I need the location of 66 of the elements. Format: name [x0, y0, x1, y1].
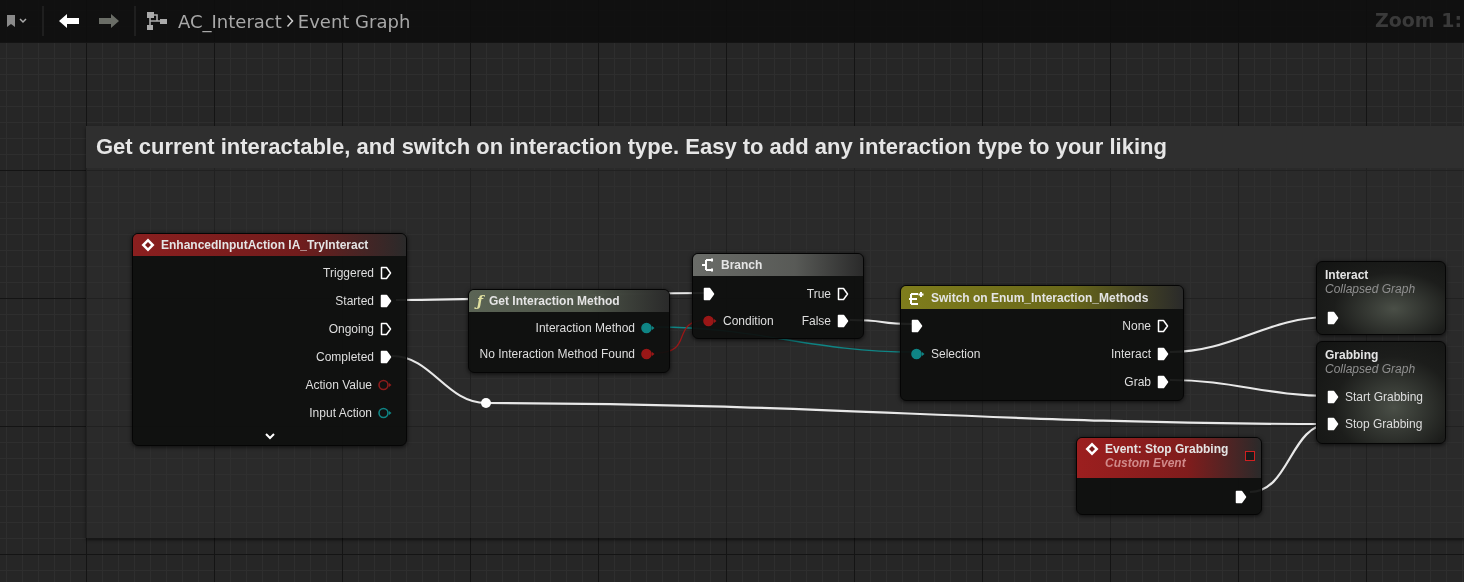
node-title: EnhancedInputAction IA_TryInteract	[161, 238, 369, 252]
node-subtitle: Custom Event	[1105, 456, 1186, 470]
node-subtitle: Collapsed Graph	[1325, 362, 1416, 376]
pin-label: Condition	[723, 313, 774, 328]
breadcrumb[interactable]: Event Graph	[297, 10, 411, 32]
node-title: Switch on Enum_Interaction_Methods	[931, 290, 1149, 305]
pin-label: True	[806, 286, 831, 301]
pin-label: Action Value	[305, 378, 372, 392]
exec-pin[interactable]	[380, 350, 392, 364]
pin-label: Input Action	[309, 406, 372, 420]
exec-pin[interactable]	[380, 294, 392, 308]
node-subtitle: Collapsed Graph	[1325, 282, 1416, 296]
graph-node[interactable]: Event: Stop Grabbing Custom Event	[1076, 437, 1262, 515]
exec-pin[interactable]	[1157, 319, 1169, 333]
pin-label: Started	[335, 294, 374, 308]
pin-label: No Interaction Method Found	[479, 347, 635, 361]
exec-pin[interactable]	[703, 286, 715, 301]
switch-icon	[909, 290, 925, 305]
graph-node[interactable]: Branch Condition True False	[692, 253, 864, 339]
node-title: Branch	[721, 258, 763, 272]
branch-icon	[701, 258, 715, 272]
pin-label: Triggered	[323, 266, 374, 280]
pin-label: Grab	[1124, 375, 1151, 389]
pin-label: Interaction Method	[535, 321, 635, 335]
breadcrumb[interactable]: AC_Interact	[178, 10, 282, 32]
graph-node[interactable]: EnhancedInputAction IA_TryInteract Triggered Started Ongoing Completed Action Value Input Action	[132, 233, 407, 446]
data-pin[interactable]	[378, 407, 392, 419]
caret-icon	[18, 17, 28, 25]
exec-pin[interactable]	[837, 313, 849, 328]
pin-label: False	[801, 313, 831, 328]
pin-label: Ongoing	[328, 322, 374, 336]
chevron-right-icon	[285, 14, 294, 28]
exec-pin[interactable]	[1327, 416, 1339, 431]
pin-label: Start Grabbing	[1345, 389, 1424, 404]
pin-label: Completed	[315, 350, 374, 364]
stop-icon	[1245, 451, 1255, 461]
exec-pin[interactable]	[1157, 375, 1169, 389]
data-pin[interactable]	[641, 322, 655, 334]
exec-pin[interactable]	[837, 286, 849, 301]
node-title: Grabbing	[1325, 348, 1379, 362]
data-pin[interactable]	[911, 348, 925, 360]
exec-pin[interactable]	[1235, 490, 1247, 504]
node-title: Interact	[1325, 268, 1369, 282]
graph-node[interactable]: Switch on Enum_Interaction_Methods Selection None Interact Grab	[900, 285, 1184, 401]
diamond-icon	[141, 238, 155, 252]
exec-pin[interactable]	[1157, 347, 1169, 361]
exec-pin[interactable]	[911, 319, 923, 333]
bookmark-icon	[6, 14, 16, 28]
comment-title: Get current interactable, and switch on interaction type. Easy to add any interaction type to your liking	[86, 126, 1464, 168]
pin-label: None	[1122, 319, 1151, 333]
diamond-icon	[1085, 442, 1099, 456]
reroute-knot[interactable]	[481, 398, 491, 408]
node-title: Event: Stop Grabbing	[1105, 442, 1229, 456]
exec-pin[interactable]	[380, 322, 392, 336]
pin-label: Interact	[1110, 347, 1151, 361]
expand-icon[interactable]	[263, 432, 276, 440]
exec-pin[interactable]	[1327, 311, 1339, 325]
exec-pin[interactable]	[1327, 389, 1339, 404]
graph-node[interactable]: Grabbing Collapsed Graph Start Grabbing Stop Grabbing	[1316, 341, 1446, 444]
pin-label: Selection	[931, 347, 981, 361]
graph-node[interactable]: Interact Collapsed Graph	[1316, 261, 1446, 335]
node-title: Get Interaction Method	[489, 294, 620, 308]
exec-pin[interactable]	[380, 266, 392, 280]
graph-icon	[146, 11, 168, 31]
graph-node[interactable]: ƒ Get Interaction Method Interaction Method No Interaction Method Found	[468, 289, 670, 373]
pin-label: Stop Grabbing	[1345, 416, 1423, 431]
